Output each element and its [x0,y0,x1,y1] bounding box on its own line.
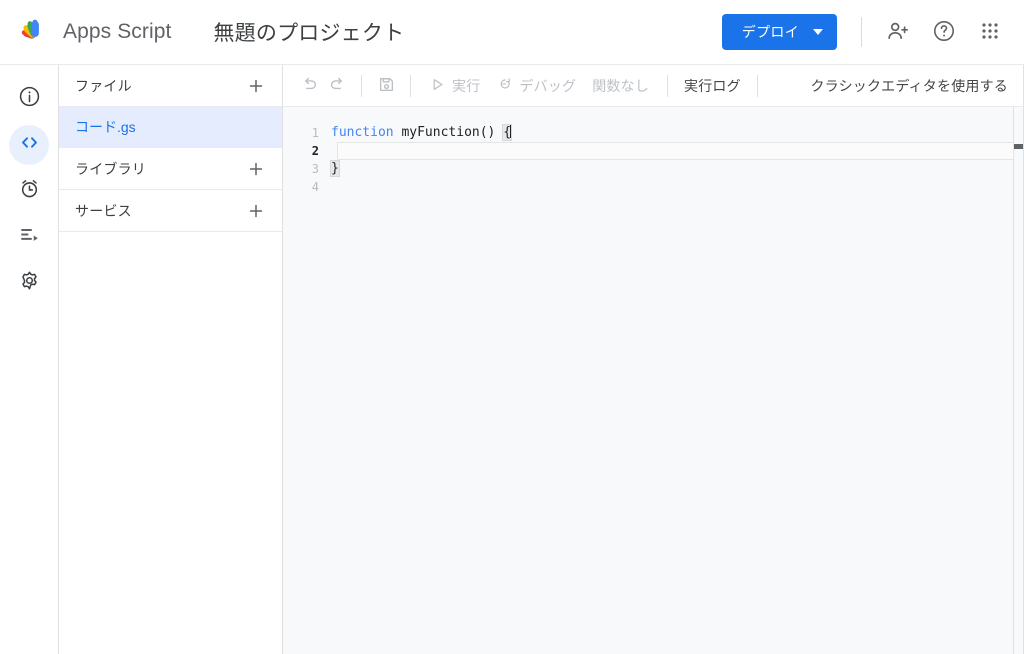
deploy-button-label: デプロイ [741,24,799,40]
token-brace-close: } [330,160,340,177]
token-plain: myFunction() [401,125,504,140]
libraries-section-header: ライブラリ [59,148,282,190]
alarm-clock-icon [18,177,41,205]
debug-button-label: デバッグ [519,77,577,94]
files-section-header: ファイル [59,65,282,107]
executions-list-icon [18,223,41,251]
toolbar-divider-1 [361,74,362,97]
code-line: 1 function myFunction() { [283,124,1024,142]
apps-script-window: Apps Script 無題のプロジェクト デプロイ ファイル コード.gs ラ… [0,0,1024,654]
line-number: 3 [311,162,319,176]
add-library-button[interactable] [244,157,268,181]
sidebar-item-overview[interactable] [9,79,49,119]
files-panel: ファイル コード.gs ライブラリ サービス [59,65,283,654]
gear-icon [18,269,41,297]
toolbar-divider-4 [756,74,758,97]
sidebar-item-executions[interactable] [9,217,49,257]
execution-log-button[interactable]: 実行ログ [678,76,747,96]
token-keyword: function [331,125,402,140]
add-people-button[interactable] [878,12,918,52]
undo-button[interactable] [295,72,323,100]
brand-name: Apps Script [63,20,172,43]
toolbar-divider-2 [410,74,411,97]
code-line-text: function myFunction() { [331,124,513,142]
toolbar-divider-3 [667,74,669,97]
sidebar-item-triggers[interactable] [9,171,49,211]
code-brackets-icon [18,131,41,159]
apps-script-logo [18,15,52,49]
main-body: ファイル コード.gs ライブラリ サービス 実行 デバッグ 関数なし 実行ログ… [0,64,1024,654]
help-circle-icon [932,19,956,46]
files-panel-empty-space [59,232,282,654]
code-line: 3 } [283,160,1024,178]
chevron-down-icon [813,29,823,35]
sidebar-item-settings[interactable] [9,263,49,303]
add-service-button[interactable] [244,199,268,223]
editor-toolbar: 実行 デバッグ 関数なし 実行ログ クラシックエディタを使用する [283,65,1024,107]
save-button[interactable] [372,72,400,100]
debug-icon [496,76,513,96]
run-button[interactable]: 実行 [421,72,488,100]
sidebar-item-editor[interactable] [9,125,49,165]
play-triangle-icon [429,76,446,96]
app-header: Apps Script 無題のプロジェクト デプロイ [0,0,1024,64]
function-selector[interactable]: 関数なし [584,76,657,96]
files-section-label: ファイル [75,77,132,94]
left-nav-rail [0,65,59,654]
brand[interactable]: Apps Script [18,15,171,49]
code-editor[interactable]: 1 function myFunction() { 2 3 } 4 [283,107,1024,654]
person-add-icon [886,19,910,46]
code-line-text: } [330,160,340,178]
help-button[interactable] [924,12,964,52]
project-title[interactable]: 無題のプロジェクト [213,17,404,47]
line-number: 4 [311,180,319,194]
run-button-label: 実行 [452,77,481,94]
code-lines: 1 function myFunction() { 2 3 } 4 [283,124,1024,654]
active-line-highlight [337,142,1014,160]
file-item-code-gs[interactable]: コード.gs [59,107,282,147]
use-classic-editor-link[interactable]: クラシックエディタを使用する [804,76,1014,96]
editor-column: 実行 デバッグ 関数なし 実行ログ クラシックエディタを使用する 1 funct… [283,65,1024,654]
deploy-button[interactable]: デプロイ [721,14,837,50]
save-floppy-icon [377,75,396,97]
debug-button[interactable]: デバッグ [488,72,584,100]
header-divider [861,17,862,47]
apps-grid-icon [978,19,1002,46]
info-circle-icon [18,85,41,113]
add-file-button[interactable] [244,74,268,98]
redo-icon [328,75,347,97]
line-number: 2 [311,144,319,158]
google-apps-button[interactable] [970,12,1010,52]
text-cursor [510,124,512,138]
services-section-header: サービス [59,190,282,232]
code-line: 4 [283,178,1024,196]
file-item-label: コード.gs [75,119,136,135]
line-number: 1 [311,126,319,140]
undo-icon [300,75,319,97]
file-list: コード.gs [59,107,282,148]
code-line-active: 2 [283,142,1024,160]
services-section-label: サービス [75,202,132,219]
redo-button[interactable] [323,72,351,100]
minimap-edge [1013,107,1014,654]
libraries-section-label: ライブラリ [75,160,146,177]
